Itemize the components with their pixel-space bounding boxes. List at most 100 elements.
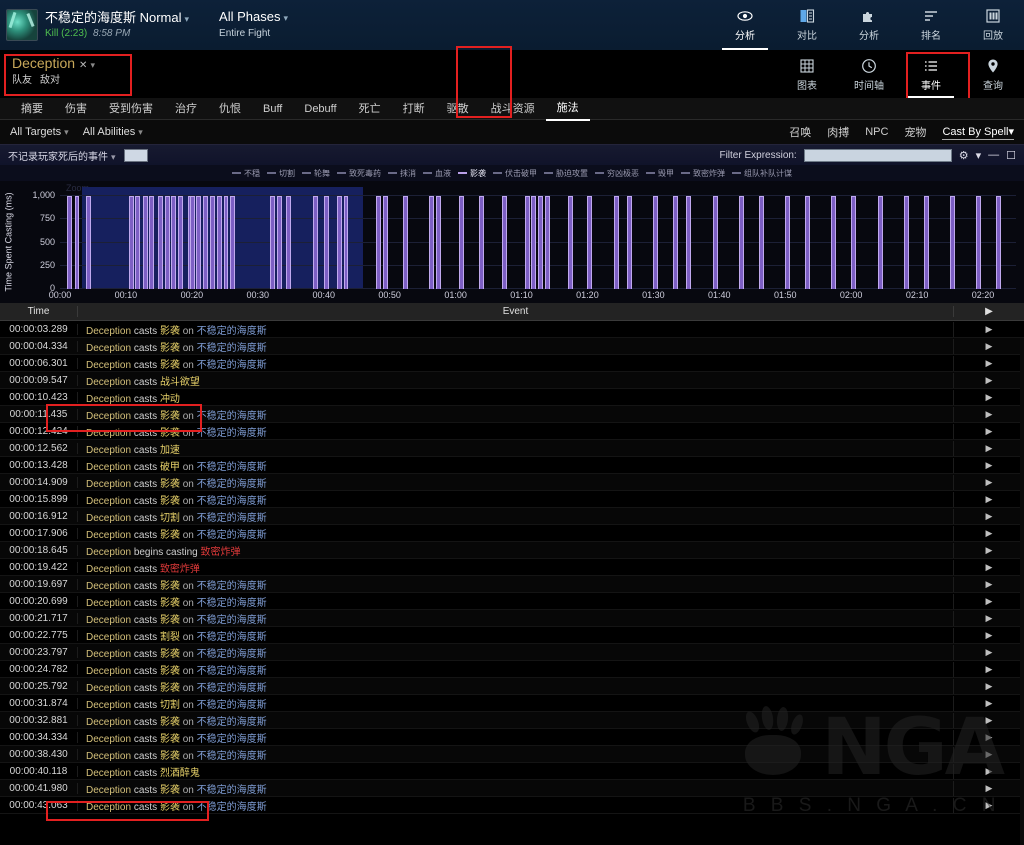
chart-bar[interactable] [164, 196, 170, 289]
legend-item[interactable]: 切割 [267, 168, 295, 179]
row-expand-arrow[interactable]: ▶ [954, 545, 1024, 556]
row-expand-arrow[interactable]: ▶ [954, 596, 1024, 607]
legend-item[interactable]: 胁迫攻置 [544, 168, 588, 179]
nav-item-analyze[interactable]: 分析 [714, 0, 776, 50]
table-row[interactable]: 00:00:14.909 Deception casts 影袭 on 不稳定的海度… [0, 474, 1024, 491]
chart-bar[interactable] [343, 196, 349, 289]
legend-item[interactable]: 血液 [423, 168, 451, 179]
table-row[interactable]: 00:00:34.334 Deception casts 影袭 on 不稳定的海度… [0, 729, 1024, 746]
chart-bar[interactable] [129, 196, 135, 289]
player-name-dropdown[interactable]: Deception ✕ ▾ [12, 54, 95, 74]
chevron-down-icon[interactable]: ▾ [976, 149, 982, 162]
subnav-item-events[interactable]: 事件 [900, 52, 962, 98]
table-row[interactable]: 00:00:38.430 Deception casts 影袭 on 不稳定的海度… [0, 746, 1024, 763]
filter-tag-summons[interactable]: 召唤 [789, 124, 811, 140]
table-row[interactable]: 00:00:16.912 Deception casts 切割 on 不稳定的海度… [0, 508, 1024, 525]
row-expand-arrow[interactable]: ▶ [954, 562, 1024, 573]
row-expand-arrow[interactable]: ▶ [954, 698, 1024, 709]
chart-bar[interactable] [74, 196, 80, 289]
row-expand-arrow[interactable]: ▶ [954, 392, 1024, 403]
table-row[interactable]: 00:00:09.547 Deception casts 战斗欲望 ▶ [0, 372, 1024, 389]
legend-item[interactable]: 穷凶极恶 [595, 168, 639, 179]
tab-casts[interactable]: 施法 [545, 97, 590, 121]
filter-tag-npc[interactable]: NPC [865, 126, 888, 138]
table-row[interactable]: 00:00:11.435 Deception casts 影袭 on 不稳定的海度… [0, 406, 1024, 423]
chart-bar[interactable] [478, 196, 484, 289]
row-expand-arrow[interactable]: ▶ [954, 409, 1024, 420]
player-side-enemy[interactable]: 敌对 [40, 75, 60, 86]
chart-bar[interactable] [143, 196, 149, 289]
chart-bar[interactable] [524, 196, 530, 289]
table-row[interactable]: 00:00:22.775 Deception casts 割裂 on 不稳定的海度… [0, 627, 1024, 644]
color-swatch-button[interactable] [123, 148, 148, 162]
all-abilities-dropdown[interactable]: All Abilities ▾ [83, 126, 143, 138]
minimize-icon[interactable]: — [988, 149, 999, 161]
row-expand-arrow[interactable]: ▶ [954, 528, 1024, 539]
chart-bar[interactable] [996, 196, 1002, 289]
chart-bar[interactable] [531, 196, 537, 289]
row-expand-arrow[interactable]: ▶ [954, 732, 1024, 743]
chart-bar[interactable] [923, 196, 929, 289]
chart-bar[interactable] [336, 196, 342, 289]
tab-threat[interactable]: 仇恨 [208, 98, 252, 120]
table-row[interactable]: 00:00:40.118 Deception casts 烈酒醉鬼 ▶ [0, 763, 1024, 780]
table-row[interactable]: 00:00:13.428 Deception casts 破甲 on 不稳定的海度… [0, 457, 1024, 474]
table-row[interactable]: 00:00:10.423 Deception casts 冲动 ▶ [0, 389, 1024, 406]
chart-bar[interactable] [785, 196, 791, 289]
chart-bar[interactable] [210, 196, 216, 289]
row-expand-arrow[interactable]: ▶ [954, 630, 1024, 641]
chart-bar[interactable] [270, 196, 276, 289]
chart-bar[interactable] [230, 196, 236, 289]
chart-bar[interactable] [178, 196, 183, 289]
table-row[interactable]: 00:00:19.697 Deception casts 影袭 on 不稳定的海度… [0, 576, 1024, 593]
column-header-expand[interactable]: ▶ [954, 306, 1024, 317]
subnav-item-query[interactable]: 查询 [962, 52, 1024, 98]
chart-bar[interactable] [286, 196, 292, 289]
chart-bar[interactable] [831, 196, 837, 289]
chart-bar[interactable] [712, 196, 718, 289]
filter-expression-input[interactable] [803, 148, 952, 162]
row-expand-arrow[interactable]: ▶ [954, 324, 1024, 335]
table-row[interactable]: 00:00:20.699 Deception casts 影袭 on 不稳定的海度… [0, 593, 1024, 610]
table-row[interactable]: 00:00:15.899 Deception casts 影袭 on 不稳定的海度… [0, 491, 1024, 508]
subnav-item-timeline[interactable]: 时间轴 [838, 52, 900, 98]
chart-bar[interactable] [203, 196, 209, 289]
chart-bar[interactable] [613, 196, 619, 289]
chart-bar[interactable] [223, 196, 229, 289]
chart-bar[interactable] [501, 196, 507, 289]
tab-deaths[interactable]: 死亡 [348, 98, 392, 120]
death-filter-dropdown[interactable]: 不记录玩家死后的事件 ▾ [8, 148, 116, 163]
row-expand-arrow[interactable]: ▶ [954, 375, 1024, 386]
close-icon[interactable]: ✕ [79, 60, 87, 71]
legend-item[interactable]: 伏击破甲 [493, 168, 537, 179]
tab-debuffs[interactable]: Debuff [293, 98, 347, 120]
nav-item-replay[interactable]: 回放 [962, 0, 1024, 50]
table-row[interactable]: 00:00:04.334 Deception casts 影袭 on 不稳定的海度… [0, 338, 1024, 355]
chart-bar[interactable] [805, 196, 810, 289]
chart-bar[interactable] [135, 196, 141, 289]
maximize-icon[interactable]: ☐ [1006, 149, 1016, 162]
chart-bar[interactable] [276, 196, 282, 289]
chart-bar[interactable] [86, 196, 92, 289]
table-row[interactable]: 00:00:06.301 Deception casts 影袭 on 不稳定的海度… [0, 355, 1024, 372]
chart-bar[interactable] [66, 196, 72, 289]
tab-healing[interactable]: 治疗 [164, 98, 208, 120]
chart-bar[interactable] [216, 196, 222, 289]
chart-selection-region[interactable] [81, 187, 364, 289]
table-row[interactable]: 00:00:32.881 Deception casts 影袭 on 不稳定的海度… [0, 712, 1024, 729]
row-expand-arrow[interactable]: ▶ [954, 477, 1024, 488]
legend-item[interactable]: 影袭 [458, 168, 486, 179]
gear-icon[interactable]: ⚙ [959, 149, 969, 162]
row-expand-arrow[interactable]: ▶ [954, 783, 1024, 794]
subnav-item-charts[interactable]: 图表 [776, 52, 838, 98]
chart-bar[interactable] [653, 196, 659, 289]
chart-bar[interactable] [627, 196, 632, 289]
table-row[interactable]: 00:00:25.792 Deception casts 影袭 on 不稳定的海度… [0, 678, 1024, 695]
table-row[interactable]: 00:00:23.797 Deception casts 影袭 on 不稳定的海度… [0, 644, 1024, 661]
table-row[interactable]: 00:00:21.717 Deception casts 影袭 on 不稳定的海度… [0, 610, 1024, 627]
chart-bar[interactable] [567, 196, 573, 289]
row-expand-arrow[interactable]: ▶ [954, 494, 1024, 505]
tab-resources[interactable]: 战斗资源 [480, 98, 546, 120]
table-row[interactable]: 00:00:41.980 Deception casts 影袭 on 不稳定的海度… [0, 780, 1024, 797]
row-expand-arrow[interactable]: ▶ [954, 681, 1024, 692]
